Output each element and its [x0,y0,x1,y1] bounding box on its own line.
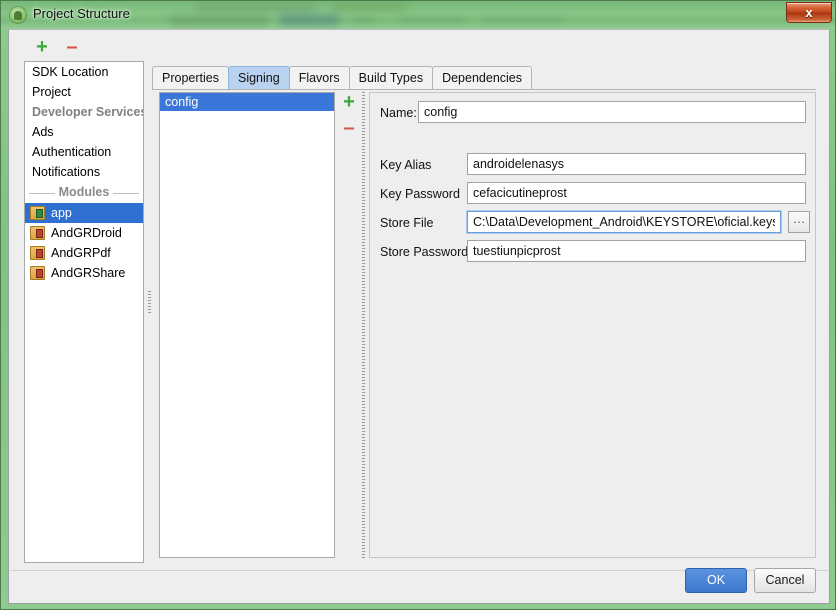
store-file-label: Store File [380,216,434,230]
signing-form: Name: Key Alias Key Password Store File … [369,92,816,558]
key-alias-label: Key Alias [380,158,432,172]
close-button[interactable]: x [786,2,832,23]
sidebar-add-button[interactable]: + [31,37,53,59]
sidebar-item-ads[interactable]: Ads [25,122,143,142]
key-password-input[interactable] [467,182,806,204]
name-input[interactable] [418,101,806,123]
signing-config-panel: config + – [159,92,359,558]
sidebar-splitter[interactable] [146,61,153,563]
sidebar-module-andgrdroid[interactable]: AndGRDroid [25,223,143,243]
browse-store-file-button[interactable]: … [788,211,810,233]
sidebar-module-label: AndGRDroid [51,226,122,240]
window-titlebar: Project Structure x [1,1,835,29]
remove-signing-config-button[interactable]: – [338,118,360,140]
project-structure-window: Project Structure x + – SDK Location Pro… [0,0,836,610]
cancel-button[interactable]: Cancel [754,568,816,593]
tab-build-types[interactable]: Build Types [348,66,434,89]
store-password-input[interactable] [467,240,806,262]
sidebar-toolbar: + – [19,35,144,61]
plus-icon: + [36,36,48,58]
key-password-label: Key Password [380,187,460,201]
dialog-client-area: + – SDK Location Project Developer Servi… [8,29,830,604]
sidebar-module-andgrshare[interactable]: AndGRShare [25,263,143,283]
plus-icon: + [343,91,355,113]
store-password-label: Store Password [380,245,469,259]
sidebar-item-authentication[interactable]: Authentication [25,142,143,162]
signing-config-toolbar: + – [337,92,359,162]
close-icon: x [805,5,813,20]
sidebar-module-label: AndGRShare [51,266,126,280]
android-icon [10,7,26,23]
sidebar-module-label: AndGRPdf [51,246,111,260]
sidebar-modules-header: Modules [25,182,143,203]
sidebar-item-sdk-location[interactable]: SDK Location [25,62,143,82]
minus-icon: – [343,117,355,139]
list-item[interactable]: config [160,93,334,111]
minus-icon: – [66,36,78,58]
name-label: Name: [380,106,417,120]
tab-signing[interactable]: Signing [227,66,290,89]
module-library-icon [30,226,45,240]
sidebar-module-app[interactable]: app [25,203,143,223]
tab-bar: Properties Signing Flavors Build Types D… [152,66,822,90]
tab-flavors[interactable]: Flavors [288,66,350,89]
tab-properties[interactable]: Properties [152,66,229,89]
sidebar-item-notifications[interactable]: Notifications [25,162,143,182]
sidebar-module-andgrpdf[interactable]: AndGRPdf [25,243,143,263]
module-library-icon [30,246,45,260]
module-app-icon [30,206,45,220]
content-splitter[interactable] [360,92,367,558]
tab-dependencies[interactable]: Dependencies [432,66,532,89]
signing-config-list[interactable]: config [159,92,335,558]
sidebar-modules-header-label: Modules [58,185,110,199]
sidebar-tree[interactable]: SDK Location Project Developer Services … [24,61,144,563]
sidebar-remove-button[interactable]: – [61,37,83,59]
ok-button[interactable]: OK [685,568,747,593]
module-library-icon [30,266,45,280]
sidebar-module-label: app [51,206,72,220]
store-file-input[interactable] [467,211,781,233]
window-title: Project Structure [33,6,130,21]
sidebar-group-developer-services: Developer Services [32,105,144,119]
tab-underline [152,89,816,90]
add-signing-config-button[interactable]: + [338,92,360,114]
key-alias-input[interactable] [467,153,806,175]
sidebar-item-project[interactable]: Project [25,82,143,102]
